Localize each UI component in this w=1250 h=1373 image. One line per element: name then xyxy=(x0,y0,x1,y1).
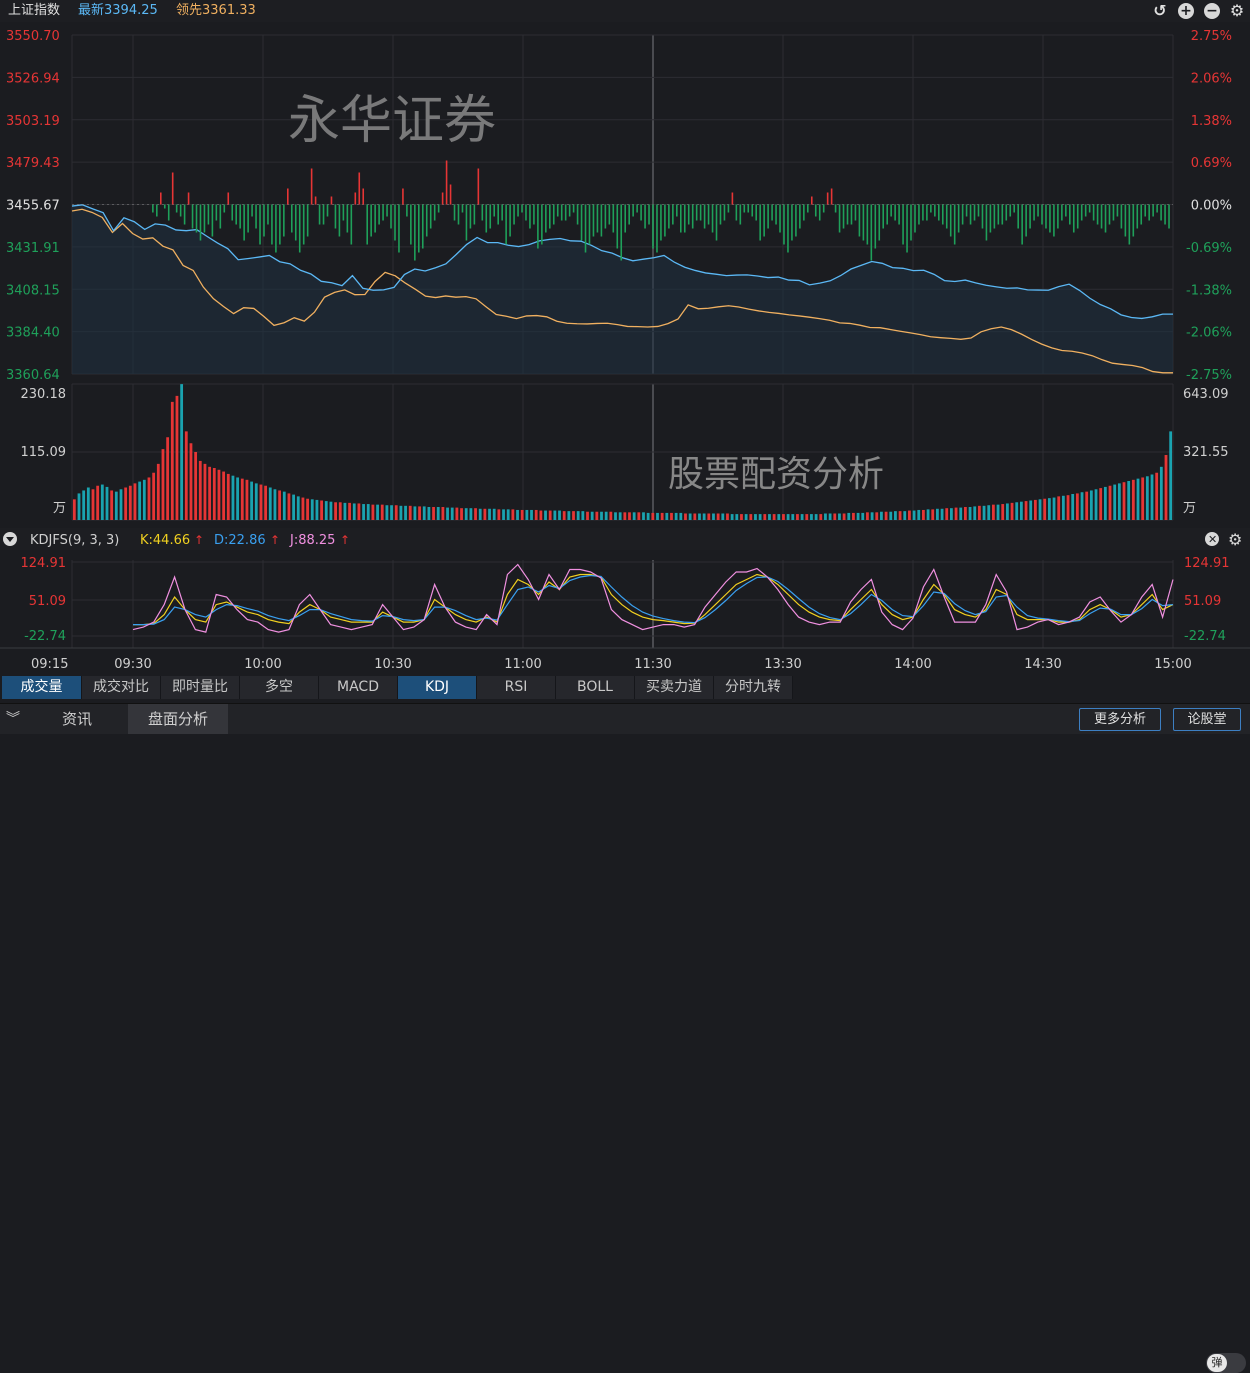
kdj-tick-right: -22.74 xyxy=(1184,629,1226,644)
tab-kdj[interactable]: KDJ xyxy=(398,676,477,699)
kdj-tick-right: 124.91 xyxy=(1184,556,1230,571)
toggle-label: 弹 xyxy=(1207,1354,1227,1372)
forum-button[interactable]: 论股堂 xyxy=(1173,708,1241,731)
pct-tick-label: 0.00% xyxy=(1191,199,1232,214)
collapse-panel-icon[interactable]: ︾ xyxy=(0,704,26,734)
momentum-bars xyxy=(152,160,1170,261)
tab-news[interactable]: 资讯 xyxy=(28,704,126,734)
x-tick-label: 11:30 xyxy=(634,657,671,672)
pct-tick-label: 0.69% xyxy=(1191,156,1232,171)
price-tick-label: 3455.67 xyxy=(6,199,60,214)
popup-toggle[interactable]: 弹 xyxy=(1206,1353,1246,1373)
price-tick-label: 3526.94 xyxy=(6,71,60,86)
pct-tick-label: -1.38% xyxy=(1186,283,1232,298)
pct-tick-label: -2.06% xyxy=(1186,326,1232,341)
watermark-bottom: 股票配资分析 xyxy=(668,454,884,495)
kdj-j-arrow: ↑ xyxy=(340,533,350,547)
more-analysis-button[interactable]: 更多分析 xyxy=(1079,708,1161,731)
price-tick-label: 3503.19 xyxy=(6,114,60,129)
kdj-tick-left: -22.74 xyxy=(24,629,66,644)
price-tick-label: 3479.43 xyxy=(6,156,60,171)
price-tick-label: 3550.70 xyxy=(6,29,60,44)
x-tick-label: 14:30 xyxy=(1024,657,1061,672)
price-tick-label: 3384.40 xyxy=(6,326,60,341)
volume-tick-right: 万 xyxy=(1183,501,1196,516)
tab-rsi[interactable]: RSI xyxy=(477,676,556,699)
x-tick-label: 10:00 xyxy=(244,657,281,672)
kdj-tick-left: 51.09 xyxy=(29,594,66,609)
kdj-d-arrow: ↑ xyxy=(270,533,280,547)
price-tick-label: 3408.15 xyxy=(6,283,60,298)
pct-tick-label: 2.75% xyxy=(1191,29,1232,44)
kdj-j-value: J:88.25 xyxy=(289,533,335,548)
kdj-settings-icon[interactable]: ⚙ xyxy=(1228,530,1242,549)
kdj-k-value: K:44.66 xyxy=(140,533,190,548)
x-tick-label: 09:30 xyxy=(114,657,151,672)
kdj-tick-left: 124.91 xyxy=(21,556,67,571)
kdj-tick-right: 51.09 xyxy=(1184,594,1221,609)
x-tick-label: 14:00 xyxy=(894,657,931,672)
x-tick-label: 10:30 xyxy=(374,657,411,672)
price-tick-label: 3431.91 xyxy=(6,241,60,256)
price-fill-area xyxy=(72,204,1173,374)
indicator-tabs: 成交量 成交对比 即时量比 多空 MACD KDJ RSI BOLL 买卖力道 … xyxy=(0,676,1250,1373)
volume-tick-right: 643.09 xyxy=(1183,387,1229,402)
tab-volume[interactable]: 成交量 xyxy=(2,676,82,699)
x-tick-label: 13:30 xyxy=(764,657,801,672)
pct-tick-label: -0.69% xyxy=(1186,241,1232,256)
pct-tick-label: -2.75% xyxy=(1186,368,1232,383)
kdj-d-value: D:22.86 xyxy=(214,533,266,548)
pct-tick-label: 1.38% xyxy=(1191,114,1232,129)
tab-intraday-nine[interactable]: 分时九转 xyxy=(714,676,793,699)
price-tick-label: 3360.64 xyxy=(6,368,60,383)
tab-macd[interactable]: MACD xyxy=(319,676,398,699)
bottom-bar: ︾ 资讯 盘面分析 更多分析 论股堂 xyxy=(0,703,1250,734)
price-chart xyxy=(71,204,1173,374)
tab-boll[interactable]: BOLL xyxy=(556,676,635,699)
volume-tick-left: 230.18 xyxy=(21,387,67,402)
x-tick-label: 11:00 xyxy=(504,657,541,672)
tab-buy-sell-power[interactable]: 买卖力道 xyxy=(635,676,714,699)
x-tick-label: 09:15 xyxy=(31,657,68,672)
volume-tick-right: 321.55 xyxy=(1183,445,1229,460)
tab-volume-ratio[interactable]: 即时量比 xyxy=(161,676,240,699)
volume-tick-left: 115.09 xyxy=(21,445,67,460)
pct-tick-label: 2.06% xyxy=(1191,71,1232,86)
chart-area: 3550.70 2.75% 3526.94 2.06% 3503.19 1.38% 3479… xyxy=(0,29,1250,672)
tab-market-analysis[interactable]: 盘面分析 xyxy=(128,704,228,734)
x-tick-label: 15:00 xyxy=(1154,657,1191,672)
kdj-title: KDJFS(9, 3, 3) xyxy=(30,533,119,548)
volume-tick-left: 万 xyxy=(53,501,66,516)
close-glyph[interactable]: ✕ xyxy=(1208,533,1217,546)
tab-long-short[interactable]: 多空 xyxy=(240,676,319,699)
tab-volume-compare[interactable]: 成交对比 xyxy=(82,676,161,699)
kdj-k-arrow: ↑ xyxy=(194,533,204,547)
watermark-top: 永华证券 xyxy=(288,91,496,151)
